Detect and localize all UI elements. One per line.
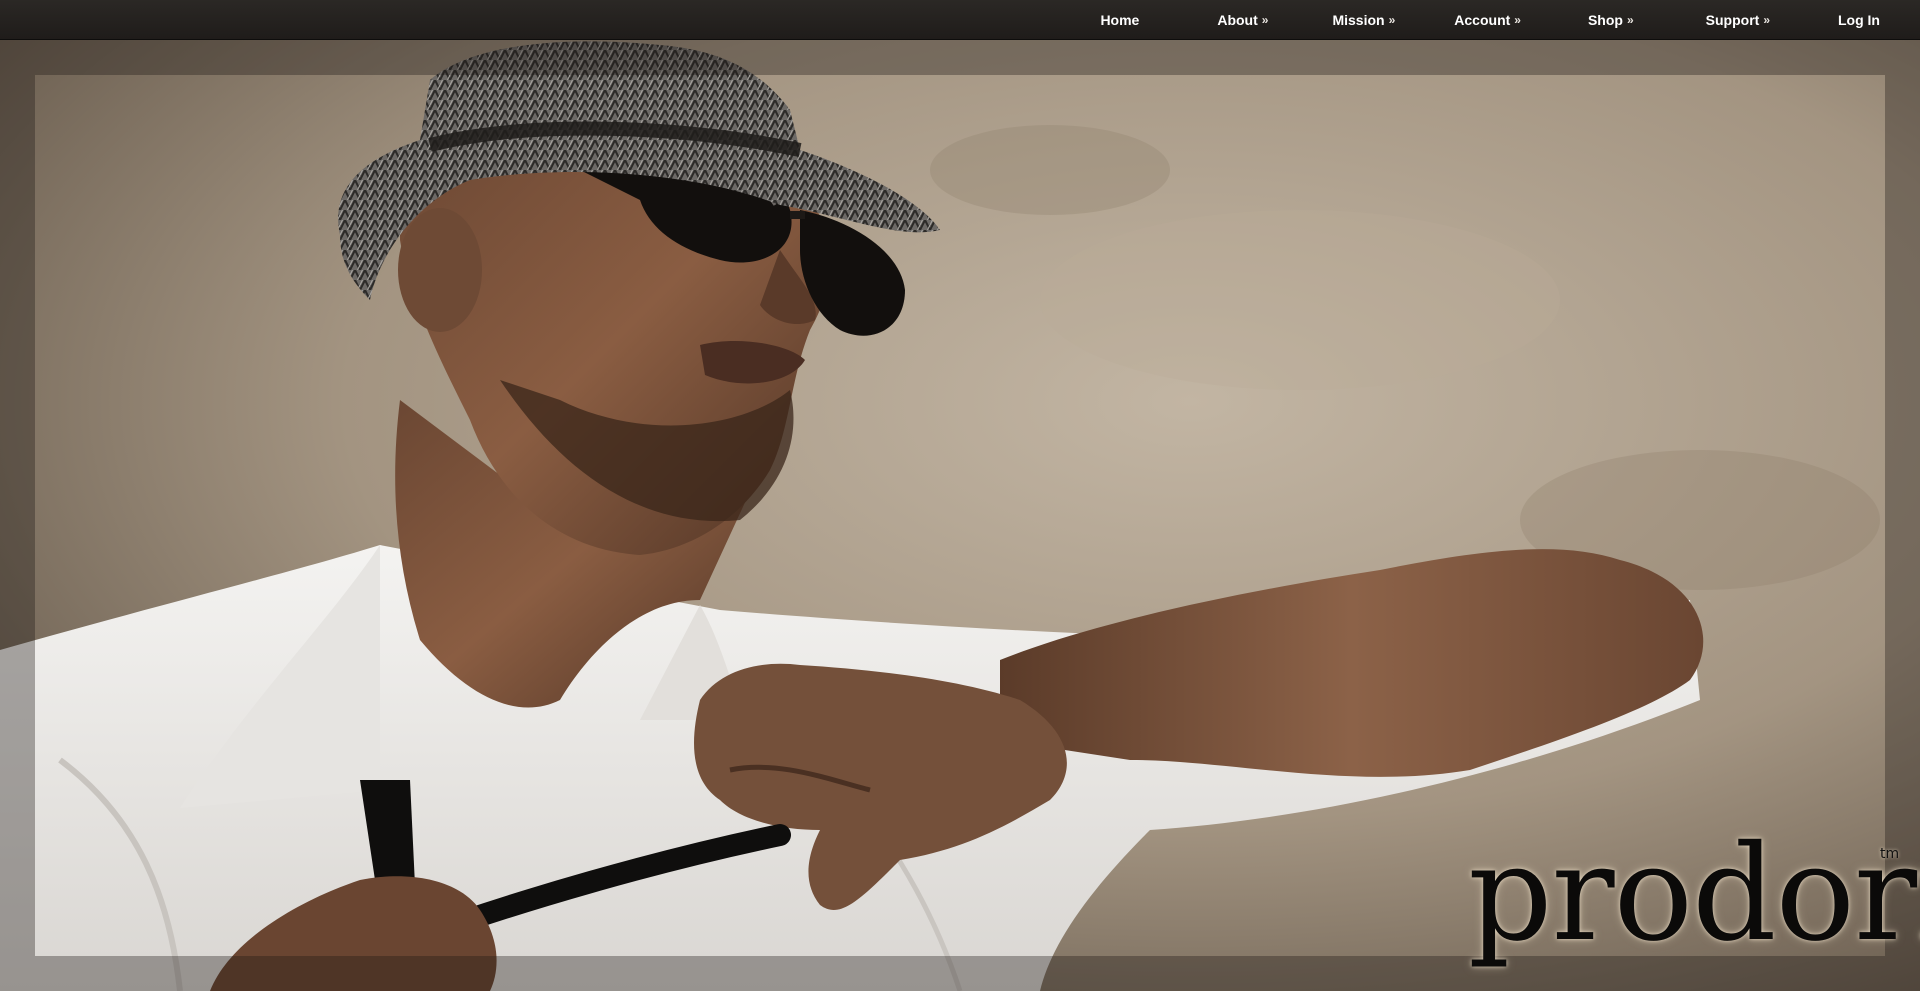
nav-mission[interactable]: Mission » — [1332, 0, 1395, 40]
top-navigation-bar: Home About » Mission » Account » Shop » … — [0, 0, 1920, 40]
nav-mission-label: Mission — [1332, 12, 1385, 28]
nav-about-label: About — [1217, 12, 1258, 28]
double-chevron-right-icon: » — [1514, 13, 1521, 27]
double-chevron-right-icon: » — [1763, 13, 1770, 27]
nav-about[interactable]: About » — [1217, 0, 1268, 40]
nav-home-label: Home — [1100, 12, 1140, 28]
nav-login-label: Log In — [1838, 12, 1880, 28]
main-menu: Home About » Mission » Account » Shop » … — [1100, 0, 1920, 40]
trademark-mark: tm — [1880, 846, 1900, 862]
nav-support-label: Support — [1705, 12, 1760, 28]
brand-wordmark: prodori — [1468, 817, 1920, 971]
double-chevron-right-icon: » — [1261, 13, 1269, 27]
nav-shop[interactable]: Shop » — [1588, 0, 1634, 40]
nav-shop-label: Shop — [1587, 12, 1623, 28]
nav-account[interactable]: Account » — [1454, 0, 1521, 40]
double-chevron-right-icon: » — [1626, 13, 1634, 27]
nav-support[interactable]: Support » — [1706, 0, 1770, 40]
nav-account-label: Account — [1454, 12, 1511, 28]
brand-logo: prodori tm — [1468, 828, 1920, 978]
nav-login[interactable]: Log In — [1838, 0, 1880, 40]
double-chevron-right-icon: » — [1388, 13, 1396, 27]
nav-home[interactable]: Home — [1100, 0, 1139, 40]
